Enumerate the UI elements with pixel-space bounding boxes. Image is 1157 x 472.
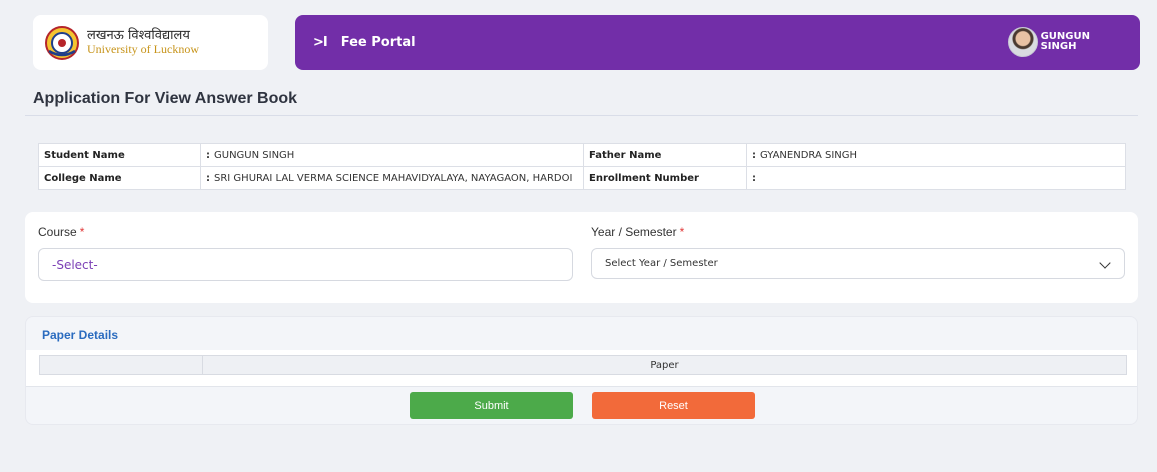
father-name-value: GYANENDRA SINGH (760, 149, 858, 161)
divider (26, 386, 1137, 387)
course-label-text: Course (38, 225, 77, 239)
father-name-cell: : GYANENDRA SINGH (746, 143, 1126, 167)
father-name-label: Father Name (583, 143, 747, 167)
top-navbar: >I Fee Portal GUNGUN SINGH (295, 15, 1140, 70)
course-selection-card: Course * -Select- Year / Semester * Select… (25, 212, 1138, 303)
year-semester-select[interactable]: Select Year / Semester (591, 248, 1125, 279)
student-name-value: GUNGUN SINGH (214, 149, 295, 161)
table-header-row: Paper (39, 355, 1127, 375)
year-semester-label-text: Year / Semester (591, 225, 677, 239)
university-name-hindi: लखनऊ विश्वविद्यालय (87, 27, 190, 43)
sidebar-toggle-icon[interactable]: >I (313, 35, 328, 50)
chevron-down-icon[interactable] (1099, 257, 1111, 269)
user-last-name: SINGH (1040, 41, 1077, 52)
student-info-table: Student Name : GUNGUN SINGH Father Name :… (38, 143, 1126, 190)
college-name-label: College Name (38, 166, 201, 190)
university-logo-card[interactable]: लखनऊ विश्वविद्यालय University of Lucknow (33, 15, 268, 70)
paper-details-heading: Paper Details (42, 328, 119, 342)
required-mark: * (79, 225, 85, 239)
portal-title: Fee Portal (340, 35, 416, 50)
course-label: Course * (38, 225, 84, 239)
submit-button[interactable]: Submit (410, 392, 573, 419)
page-title: Application For View Answer Book (33, 90, 298, 107)
user-name: GUNGUN SINGH (1040, 31, 1090, 53)
university-emblem-icon (45, 25, 79, 60)
paper-details-card: Paper Details Paper Submit Reset (25, 316, 1138, 425)
student-name-label: Student Name (38, 143, 201, 167)
avatar[interactable] (1007, 27, 1038, 57)
reset-button[interactable]: Reset (592, 392, 755, 419)
paper-table-header-empty (39, 355, 203, 375)
college-name-value: SRI GHURAI LAL VERMA SCIENCE MAHAVIDYALA… (214, 172, 573, 184)
user-menu[interactable]: GUNGUN SINGH (1007, 27, 1090, 57)
enrollment-number-cell: : (746, 166, 1126, 190)
paper-table-header-paper: Paper (202, 355, 1127, 375)
year-semester-select-value: Select Year / Semester (605, 258, 718, 269)
college-name-cell: : SRI GHURAI LAL VERMA SCIENCE MAHAVIDYAL… (200, 166, 584, 190)
colon: : (752, 172, 756, 184)
colon: : (752, 149, 756, 161)
colon: : (206, 172, 210, 184)
course-select-value: -Select- (52, 257, 98, 272)
title-divider (25, 115, 1138, 116)
colon: : (206, 149, 210, 161)
required-mark: * (679, 225, 685, 239)
student-name-cell: : GUNGUN SINGH (200, 143, 584, 167)
course-select[interactable]: -Select- (38, 248, 573, 281)
table-row: College Name : SRI GHURAI LAL VERMA SCIEN… (38, 166, 1126, 190)
paper-table: Paper (39, 355, 1127, 375)
year-semester-label: Year / Semester * (591, 225, 684, 239)
university-name-english: University of Lucknow (87, 42, 199, 57)
enrollment-number-label: Enrollment Number (583, 166, 747, 190)
table-row: Student Name : GUNGUN SINGH Father Name :… (38, 143, 1126, 167)
